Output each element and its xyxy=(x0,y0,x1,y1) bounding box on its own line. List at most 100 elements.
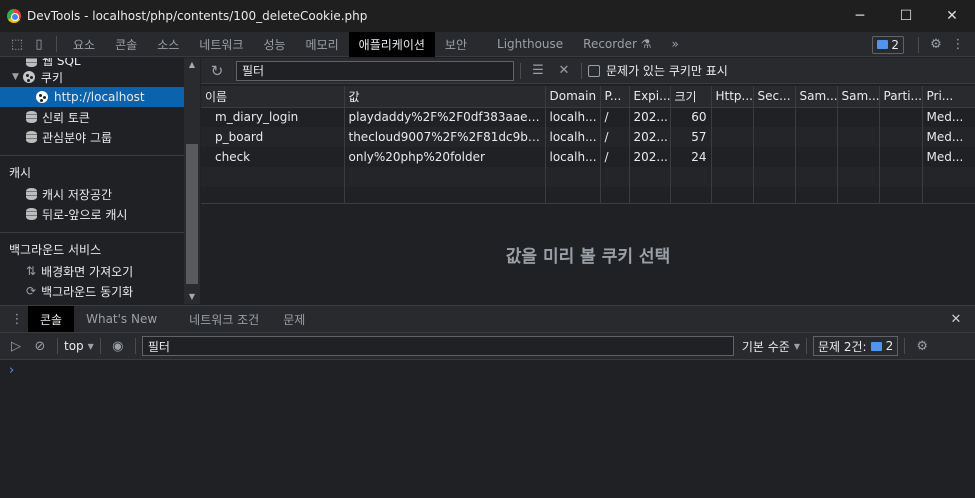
sidebar-item-trust-tokens[interactable]: 신뢰 토큰 xyxy=(0,107,184,127)
drawer-tab-issues[interactable]: 문제 xyxy=(271,306,317,332)
cell-expires: 202... xyxy=(629,107,671,127)
cookie-table: 이름 값 Domain P... Expi... 크기 Http... Sec.… xyxy=(201,86,975,204)
sidebar-item-localhost[interactable]: http://localhost xyxy=(0,87,184,107)
tab-console[interactable]: 콘솔 xyxy=(105,32,147,57)
cell-samesite xyxy=(795,107,838,127)
column-header-size[interactable]: 크기 xyxy=(670,86,712,108)
clear-console-icon[interactable]: ⊘ xyxy=(29,335,51,357)
sidebar-item-cache-storage[interactable]: 캐시 저장공간 xyxy=(0,184,184,204)
table-row-empty xyxy=(201,187,975,203)
context-selector[interactable]: top ▼ xyxy=(64,339,94,353)
cell-httponly xyxy=(711,127,754,147)
only-issues-label: 문제가 있는 쿠키만 표시 xyxy=(606,64,728,78)
tab-elements[interactable]: 요소 xyxy=(63,32,105,57)
sidebar-item-cookies[interactable]: ▼ 쿠키 xyxy=(0,67,184,87)
scrollbar-thumb[interactable] xyxy=(186,144,198,284)
settings-gear-icon[interactable]: ⚙ xyxy=(925,34,947,56)
cell-secure xyxy=(753,147,796,167)
delete-selected-icon[interactable]: ✕ xyxy=(553,60,575,82)
tab-application[interactable]: 애플리케이션 xyxy=(348,31,435,57)
column-header-httponly[interactable]: Http... xyxy=(711,86,754,108)
sidebar-item-web-sql[interactable]: 웹 SQL xyxy=(0,58,184,68)
column-header-name[interactable]: 이름 xyxy=(201,86,345,108)
drawer-tab-network-conditions[interactable]: 네트워크 조건 xyxy=(177,306,271,332)
table-row[interactable]: m_diary_login playdaddy%2F%2F0df383aae61… xyxy=(201,107,975,127)
tab-memory[interactable]: 메모리 xyxy=(296,32,349,57)
sidebar-item-interest-groups[interactable]: 관심분야 그룹 xyxy=(0,127,184,147)
clear-filtered-cookies-icon[interactable]: ☰ xyxy=(527,60,549,82)
cell-domain: localh... xyxy=(545,127,601,147)
cell-partition xyxy=(879,147,923,167)
sidebar-item-back-forward-cache[interactable]: 뒤로-앞으로 캐시 xyxy=(0,204,184,224)
divider xyxy=(581,62,582,79)
column-header-samesite[interactable]: Sam... xyxy=(795,86,838,108)
tab-performance[interactable]: 성능 xyxy=(253,32,295,57)
console-filter-input[interactable]: 필터 xyxy=(141,336,734,356)
drawer-tab-console[interactable]: 콘솔 xyxy=(28,306,75,332)
column-header-priority[interactable]: Pri... xyxy=(922,86,975,108)
cell-priority: Med... xyxy=(922,127,975,147)
issue-message-icon xyxy=(877,40,889,49)
log-level-selector[interactable]: 기본 수준 ▼ xyxy=(742,338,800,355)
column-header-secure[interactable]: Sec... xyxy=(753,86,796,108)
tab-lighthouse[interactable]: Lighthouse xyxy=(487,32,573,57)
column-header-value[interactable]: 값 xyxy=(344,86,546,108)
tab-sources[interactable]: 소스 xyxy=(147,32,189,57)
window-title: DevTools - localhost/php/contents/100_de… xyxy=(27,9,368,23)
chrome-icon xyxy=(7,9,21,23)
database-icon xyxy=(26,58,37,67)
tab-network[interactable]: 네트워크 xyxy=(189,32,253,57)
sidebar-item-background-sync[interactable]: ⟳ 백그라운드 동기화 xyxy=(0,281,184,301)
minimize-button[interactable]: ─ xyxy=(837,0,883,32)
scroll-up-arrow-icon[interactable]: ▲ xyxy=(187,60,197,69)
divider xyxy=(99,338,101,354)
tab-recorder[interactable]: Recorder ⚗ xyxy=(573,32,661,57)
more-tabs-button[interactable]: » xyxy=(662,32,689,57)
more-options-icon[interactable]: ⋮ xyxy=(947,34,969,56)
refresh-icon[interactable]: ↻ xyxy=(206,60,228,82)
cell-sameparty xyxy=(837,127,880,147)
section-divider xyxy=(0,232,184,233)
live-expression-eye-icon[interactable]: ◉ xyxy=(107,335,129,357)
cache-section-header: 캐시 xyxy=(9,165,32,180)
expand-triangle-icon[interactable]: ▼ xyxy=(12,72,19,82)
column-header-partition[interactable]: Parti... xyxy=(879,86,923,108)
sidebar-item-label: 신뢰 토큰 xyxy=(42,110,90,125)
maximize-button[interactable]: ☐ xyxy=(883,0,929,32)
column-header-domain[interactable]: Domain xyxy=(545,86,601,108)
inspect-element-icon[interactable]: ⬚ xyxy=(6,33,28,55)
drawer-menu-icon[interactable]: ⋮ xyxy=(6,308,28,330)
cookie-filter-input[interactable]: 필터 xyxy=(236,60,514,81)
sidebar-item-label: 백그라운드 동기화 xyxy=(41,284,134,299)
drawer-tab-whats-new[interactable]: What's New xyxy=(74,306,169,332)
divider xyxy=(56,36,57,52)
table-row[interactable]: check only%20php%20folder localh... / 20… xyxy=(201,147,975,167)
column-header-path[interactable]: P... xyxy=(600,86,630,108)
table-row[interactable]: p_board thecloud9007%2F%2F81dc9bdb52... … xyxy=(201,127,975,147)
sidebar-item-label: 캐시 저장공간 xyxy=(42,187,113,202)
database-icon xyxy=(26,188,37,200)
sidebar-item-background-fetch[interactable]: ⇅ 배경화면 가져오기 xyxy=(0,261,184,281)
cell-path: / xyxy=(600,127,630,147)
console-issues-button[interactable]: 문제 2건: 2 xyxy=(812,336,899,356)
device-toolbar-icon[interactable]: ▯ xyxy=(28,33,50,55)
cell-sameparty xyxy=(837,107,880,127)
console-settings-gear-icon[interactable]: ⚙ xyxy=(911,335,933,357)
only-issues-checkbox[interactable] xyxy=(588,64,600,77)
log-level-label: 기본 수준 xyxy=(741,339,790,354)
table-header-row: 이름 값 Domain P... Expi... 크기 Http... Sec.… xyxy=(201,86,975,108)
tab-security[interactable]: 보안 xyxy=(435,32,477,57)
cell-expires: 202... xyxy=(629,127,671,147)
close-drawer-icon[interactable]: ✕ xyxy=(945,308,967,330)
cell-domain: localh... xyxy=(545,147,601,167)
scroll-down-arrow-icon[interactable]: ▼ xyxy=(187,292,197,301)
issues-badge[interactable]: 2 xyxy=(872,35,904,54)
console-toolbar: ▷ ⊘ top ▼ ◉ 필터 기본 수준 ▼ 문제 2건: 2 ⚙ xyxy=(0,333,975,360)
show-sidebar-icon[interactable]: ▷ xyxy=(5,335,27,357)
sidebar-scrollbar[interactable]: ▲ ▼ xyxy=(184,58,200,304)
column-header-sameparty[interactable]: Sam... xyxy=(837,86,880,108)
console-output[interactable]: › xyxy=(0,361,975,498)
column-header-expires[interactable]: Expi... xyxy=(629,86,671,108)
cell-value: playdaddy%2F%2F0df383aae61fc3... xyxy=(344,107,546,127)
close-window-button[interactable]: ✕ xyxy=(929,0,975,32)
